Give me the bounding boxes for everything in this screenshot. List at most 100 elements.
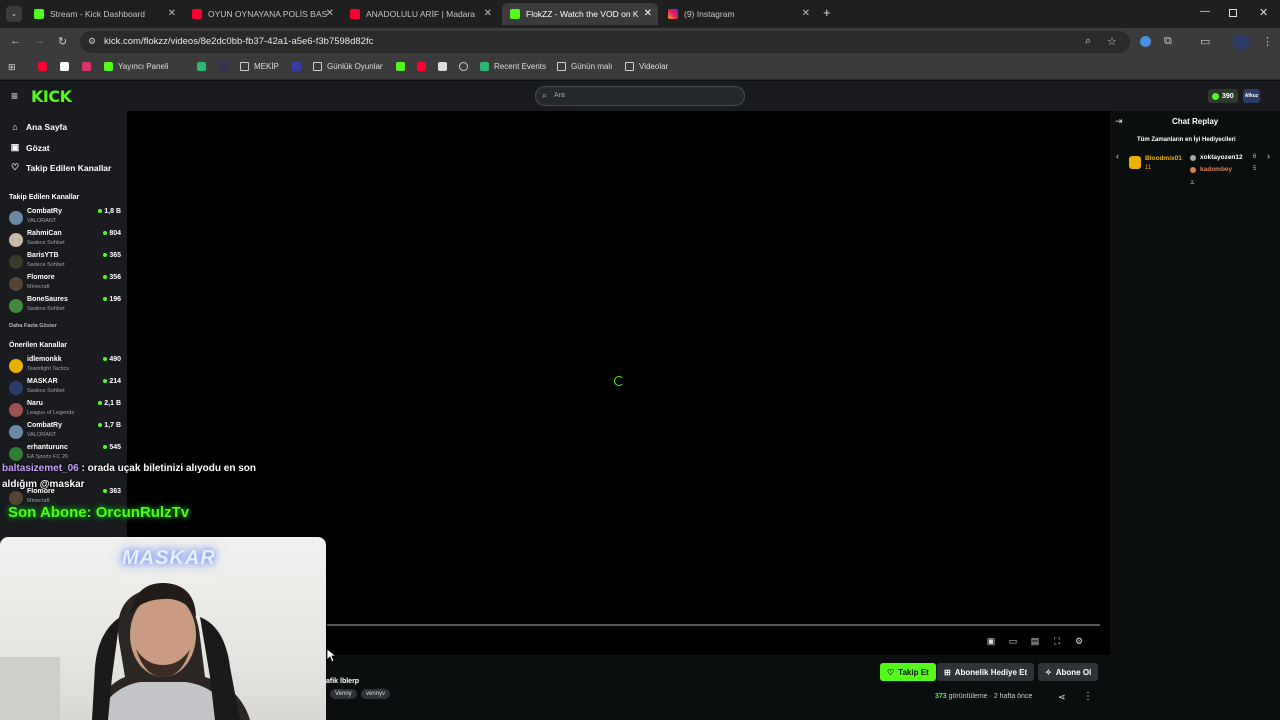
site-info-icon[interactable]: ⚙ xyxy=(88,36,96,47)
recommended-channel[interactable]: Naru League of Legends 2,1 B xyxy=(9,400,121,422)
app-icon xyxy=(480,62,489,71)
channel-name: BarisYTB xyxy=(27,252,59,259)
followed-channel[interactable]: BoneSaures Sadece Sohbet 196 xyxy=(9,296,121,318)
bookmark-star-icon[interactable]: ☆ xyxy=(1107,35,1117,48)
recommended-channel[interactable]: idlemonkk Teamfight Tactics 490 xyxy=(9,356,121,378)
bookmark-app-2[interactable] xyxy=(292,62,306,71)
new-tab-button[interactable]: + xyxy=(823,5,831,20)
avatar xyxy=(9,425,23,439)
extension-icon[interactable] xyxy=(1140,36,1151,47)
chevron-right-icon[interactable]: › xyxy=(1267,151,1270,161)
close-icon[interactable]: ✕ xyxy=(644,8,652,19)
tab-youtube-1[interactable]: OYUN OYNAYANA POLİS BASKI ✕ xyxy=(184,3,340,25)
tab-search-icon[interactable]: ⌄ xyxy=(6,6,22,22)
back-icon[interactable]: ← xyxy=(10,35,21,47)
channel-category: Sadece Sohbet xyxy=(27,240,65,246)
bookmark-x[interactable] xyxy=(60,62,74,71)
sidepanel-icon[interactable]: ▭ xyxy=(1200,35,1210,48)
nav-following[interactable]: ♡ Takip Edilen Kanallar xyxy=(10,162,111,173)
video-progress-bar[interactable] xyxy=(327,624,1100,626)
puzzle-icon[interactable]: ⧉ xyxy=(1164,35,1172,48)
tab-youtube-2[interactable]: ANADOLULU ARİF | Madara Oli ✕ xyxy=(342,3,498,25)
chat-panel: ⇥ Chat Replay Tüm Zamanların en İyi Hedi… xyxy=(1110,111,1280,720)
pip-icon[interactable]: ▣ xyxy=(986,636,996,646)
share-icon[interactable]: ⋖ xyxy=(1058,692,1066,703)
kick-icon xyxy=(104,62,113,71)
followed-channel[interactable]: Flomore Minecraft 356 xyxy=(9,274,121,296)
instagram-icon xyxy=(668,9,678,19)
kick-logo[interactable]: KICK xyxy=(31,87,72,106)
points-badge[interactable]: 390 xyxy=(1208,89,1238,103)
bookmark-gunun-mali[interactable]: Günün malı xyxy=(557,62,612,71)
tag-chip[interactable]: vennyv xyxy=(361,689,391,699)
followed-channel[interactable]: BarisYTB Sadece Sohbet 365 xyxy=(9,252,121,274)
gift-sub-button[interactable]: ⊞ Abonelik Hediye Et xyxy=(937,663,1035,681)
nav-browse[interactable]: ▣ Gözat xyxy=(10,142,50,153)
tab-title: OYUN OYNAYANA POLİS BASKI xyxy=(208,9,328,19)
browse-icon: ▣ xyxy=(10,142,20,152)
viewer-count: 1,8 B xyxy=(98,208,121,215)
close-icon[interactable]: ✕ xyxy=(484,8,492,19)
restore-icon[interactable] xyxy=(1229,9,1237,17)
bookmark-globe[interactable] xyxy=(459,62,473,71)
expand-icon[interactable]: ⩡ xyxy=(1190,178,1195,188)
tab-kick-dashboard[interactable]: Stream - Kick Dashboard ✕ xyxy=(26,3,182,25)
bookmark-gunluk-oyunlar[interactable]: Günlük Oyunlar xyxy=(313,62,383,71)
collapse-chat-icon[interactable]: ⇥ xyxy=(1115,116,1123,127)
bookmark-recent-events[interactable]: Recent Events xyxy=(480,62,546,71)
show-more-link[interactable]: Daha Fazla Göster xyxy=(9,323,57,329)
bookmark-mekip[interactable]: MEKİP xyxy=(240,62,279,71)
bookmark-prompt[interactable] xyxy=(219,62,233,71)
close-icon[interactable]: ✕ xyxy=(168,8,176,19)
gifter-name-2: xoktayozen12 xyxy=(1200,154,1243,161)
subscribe-button[interactable]: ✧ Abone Ol xyxy=(1038,663,1099,681)
channel-category: VALORANT xyxy=(27,218,57,224)
tag-chip[interactable]: Venny xyxy=(330,689,357,699)
bookmark-yayinci-paneli[interactable]: Yayıncı Paneli xyxy=(104,62,169,71)
apps-grid-icon[interactable]: ⊞ xyxy=(8,62,16,73)
tab-instagram[interactable]: (9) Instagram ✕ xyxy=(660,3,816,25)
minimize-icon[interactable]: — xyxy=(1200,6,1210,17)
gift-icon: ⊞ xyxy=(944,667,951,677)
follow-button[interactable]: ♡ Takip Et xyxy=(880,663,936,681)
bookmark-image[interactable] xyxy=(438,62,452,71)
profile-avatar[interactable] xyxy=(1233,35,1249,49)
gifter-count-2: 6 xyxy=(1253,154,1257,160)
user-avatar[interactable]: Afkuz xyxy=(1243,89,1260,103)
recommended-channel[interactable]: CombatRy VALORANT 1,7 B xyxy=(9,422,121,444)
more-options-icon[interactable]: ⋮ xyxy=(1083,691,1093,702)
clip-icon[interactable]: ▤ xyxy=(1030,636,1040,646)
zoom-icon[interactable]: ⌕ xyxy=(1085,35,1091,48)
close-icon[interactable]: ✕ xyxy=(802,8,810,19)
bookmark-youtube-2[interactable] xyxy=(417,62,431,71)
omnibox[interactable]: ⚙ kick.com/flokzz/videos/8e2dc0bb-fb37-4… xyxy=(80,31,1130,53)
window-close-icon[interactable]: ✕ xyxy=(1259,6,1268,19)
chevron-left-icon[interactable]: ‹ xyxy=(1116,151,1119,161)
reload-icon[interactable]: ↻ xyxy=(58,35,67,48)
followed-channel[interactable]: RahmiCan Sadece Sohbet 804 xyxy=(9,230,121,252)
tab-kick-vod[interactable]: FlokZZ - Watch the VOD on Kic ✕ xyxy=(502,3,658,25)
bookmark-app-1[interactable] xyxy=(197,62,211,71)
forward-icon[interactable]: → xyxy=(34,35,45,47)
fullscreen-icon[interactable]: ⛶ xyxy=(1052,636,1062,646)
search-input[interactable]: ⌕ Ara xyxy=(535,86,745,106)
follow-label: Takip Et xyxy=(898,667,929,677)
followed-channel[interactable]: CombatRy VALORANT 1,8 B xyxy=(9,208,121,230)
bookmark-kick[interactable] xyxy=(396,62,410,71)
tab-title: FlokZZ - Watch the VOD on Kic xyxy=(526,9,638,19)
nav-home[interactable]: ⌂ Ana Sayfa xyxy=(10,122,67,132)
bookmark-videolar[interactable]: Videolar xyxy=(625,62,668,71)
bookmark-youtube[interactable] xyxy=(38,62,52,71)
mouse-cursor-icon xyxy=(327,649,337,663)
gifter-name-1: Bloodmix01 xyxy=(1145,155,1182,162)
bookmark-instagram[interactable] xyxy=(82,62,96,71)
close-icon[interactable]: ✕ xyxy=(326,8,334,19)
folder-icon xyxy=(240,62,249,71)
folder-icon xyxy=(313,62,322,71)
settings-icon[interactable]: ⚙ xyxy=(1074,636,1084,646)
gifters-title: Tüm Zamanların en İyi Hediyecileri xyxy=(1137,137,1236,143)
hamburger-menu-icon[interactable]: ≡ xyxy=(11,89,18,103)
menu-dots-icon[interactable]: ⋮ xyxy=(1262,35,1273,48)
theater-icon[interactable]: ▭ xyxy=(1008,636,1018,646)
recommended-channel[interactable]: MASKAR Sadece Sohbet 214 xyxy=(9,378,121,400)
